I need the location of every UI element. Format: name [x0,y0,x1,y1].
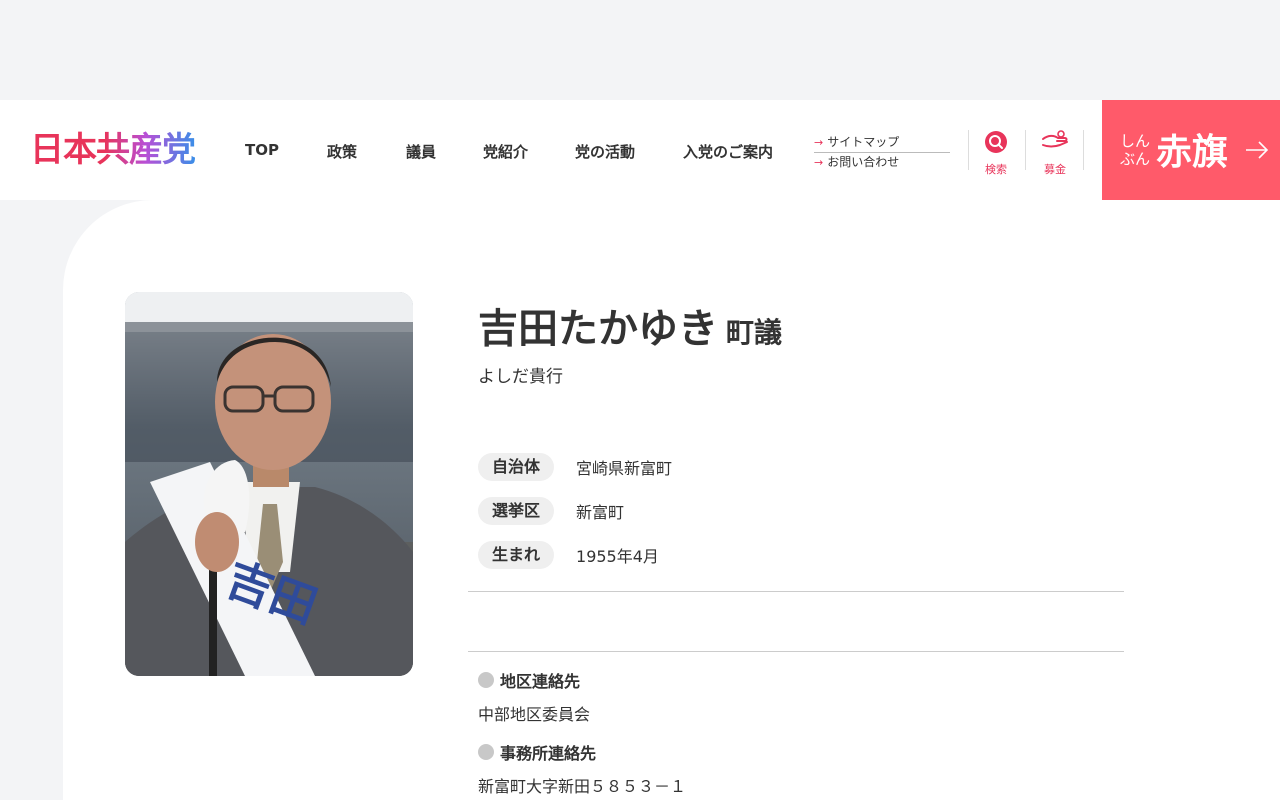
sitemap-link[interactable]: → サイトマップ [814,133,950,152]
akahata-furigana-2: ぶん [1120,150,1151,168]
bullet-dot-icon [478,672,494,688]
bullet-dot-icon [478,744,494,760]
nav-policy[interactable]: 政策 [327,141,357,162]
contact-heading-district: 地区連絡先 [478,668,580,692]
member-name-text: 吉田たかゆき [478,306,718,352]
info-label: 生まれ [478,541,555,569]
contact-label: 地区連絡先 [500,672,581,691]
search-button[interactable]: 検索 [971,130,1021,177]
nav-members[interactable]: 議員 [406,141,436,162]
donate-label: 募金 [1044,163,1066,176]
nav-top[interactable]: TOP [245,141,279,159]
arrow-right-icon [1246,141,1269,159]
party-logo[interactable]: 日本共産党 [30,130,196,170]
nav-about[interactable]: 党紹介 [483,141,528,162]
contact-value-office: 新富町大字新田５８５３－１ [478,777,687,796]
contact-label: お問い合わせ [827,155,900,169]
search-label: 検索 [985,163,1007,176]
arrow-right-icon: → [814,136,824,149]
info-row-district: 選挙区 新富町 [478,497,624,525]
contact-label: 事務所連絡先 [500,744,597,763]
divider [1083,130,1084,170]
sitemap-label: サイトマップ [827,135,900,149]
info-value: 宮崎県新富町 [576,459,673,478]
contact-value-district: 中部地区委員会 [478,705,591,724]
info-value: 1955年4月 [576,547,659,566]
donate-button[interactable]: 募金 [1030,130,1080,177]
nav-activities[interactable]: 党の活動 [575,141,635,162]
member-name-reading: よしだ貴行 [478,367,563,387]
divider [1025,130,1026,170]
search-icon [985,131,1007,153]
portrait-image: 吉田 [125,292,413,676]
contact-link[interactable]: → お問い合わせ [814,153,950,172]
akahata-banner[interactable]: しん ぶん 赤旗 [1102,100,1280,200]
member-name: 吉田たかゆき 町議 [478,302,782,360]
akahata-title: 赤旗 [1156,131,1229,173]
info-label: 選挙区 [478,497,555,525]
divider [468,651,1124,652]
info-row-birth: 生まれ 1955年4月 [478,541,659,569]
akahata-furigana-1: しん [1120,132,1151,150]
divider [468,591,1124,592]
info-row-municipality: 自治体 宮崎県新富町 [478,453,672,481]
nav-join[interactable]: 入党のご案内 [683,141,773,162]
arrow-right-icon: → [814,156,824,169]
info-value: 新富町 [576,503,625,522]
member-photo: 吉田 [125,292,413,676]
sub-links: → サイトマップ → お問い合わせ [814,133,950,172]
site-header: 日本共産党 TOP 政策 議員 党紹介 党の活動 入党のご案内 → サイトマップ … [0,100,1280,200]
donate-hand-icon [1042,130,1068,148]
akahata-furigana: しん ぶん [1120,132,1150,168]
contact-heading-office: 事務所連絡先 [478,740,596,764]
divider [968,130,969,170]
member-role: 町議 [726,316,783,349]
info-label: 自治体 [478,453,555,481]
